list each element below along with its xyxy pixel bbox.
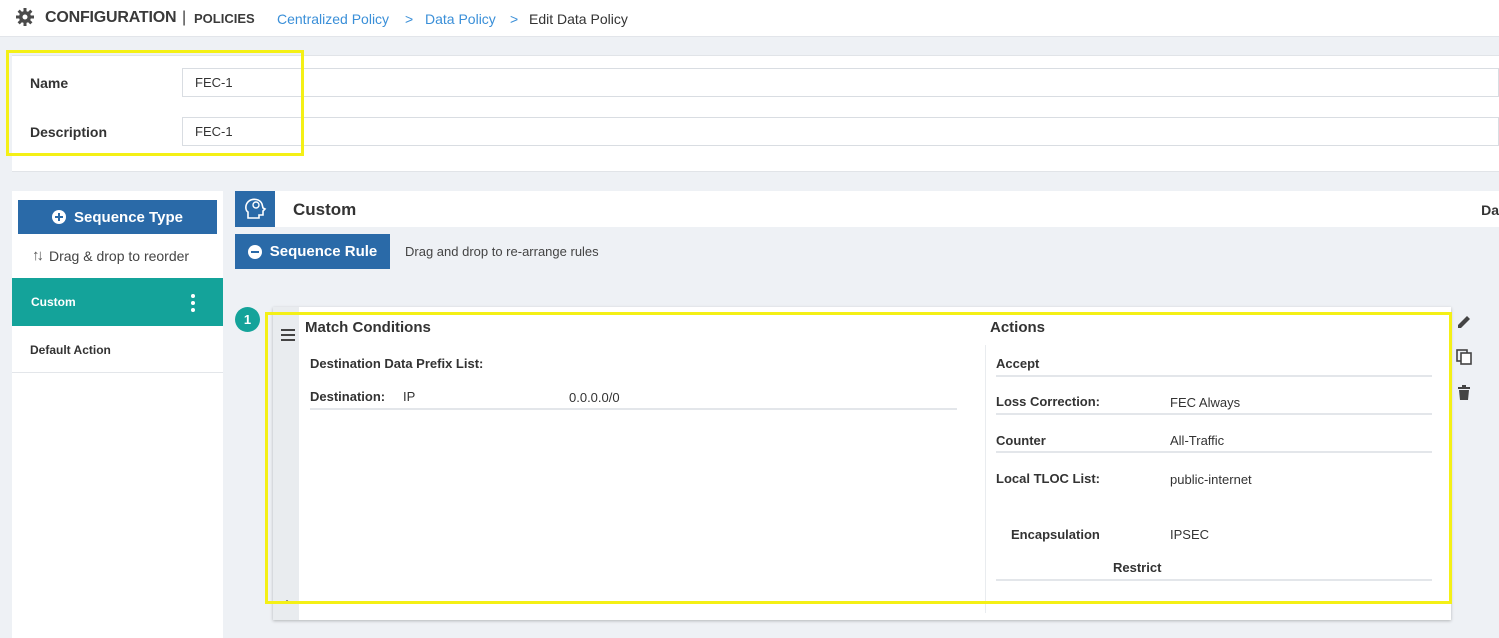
- breadcrumb-data-policy[interactable]: Data Policy: [425, 11, 496, 27]
- top-bar: CONFIGURATION | POLICIES Centralized Pol…: [0, 0, 1499, 37]
- description-input[interactable]: [182, 117, 1499, 146]
- sidebar-item-label: Default Action: [30, 343, 111, 357]
- breadcrumb-centralized-policy[interactable]: Centralized Policy: [277, 11, 389, 27]
- policy-icon: [235, 191, 275, 227]
- plus-circle-icon: [52, 210, 67, 224]
- section-right-label: Da: [1481, 202, 1499, 218]
- trash-icon[interactable]: [1455, 384, 1473, 402]
- sequence-sidebar: Sequence Type ↑↓ Drag & drop to reorder …: [12, 191, 223, 638]
- sidebar-item-default-action[interactable]: Default Action: [12, 328, 223, 373]
- reorder-hint: ↑↓ Drag & drop to reorder: [32, 247, 189, 264]
- copy-icon[interactable]: [1455, 348, 1473, 366]
- title-separator: |: [182, 9, 187, 26]
- minus-circle-icon: [247, 244, 262, 259]
- reorder-label: Drag & drop to reorder: [49, 247, 190, 264]
- app-title: CONFIGURATION: [45, 9, 177, 26]
- sequence-rule-label: Sequence Rule: [269, 243, 378, 260]
- gear-icon: [16, 8, 34, 26]
- section-title: Custom: [293, 200, 357, 219]
- breadcrumb-separator: >: [510, 11, 519, 27]
- highlight-box: [6, 50, 304, 156]
- sidebar-item-custom[interactable]: Custom: [12, 278, 223, 326]
- drag-hint: Drag and drop to re-arrange rules: [405, 244, 599, 259]
- rule-number-badge: 1: [235, 307, 260, 332]
- name-input[interactable]: [182, 68, 1499, 97]
- breadcrumb-separator: >: [405, 11, 414, 27]
- highlight-box: [265, 312, 1452, 604]
- kebab-icon[interactable]: [191, 294, 195, 312]
- sequence-rule-button[interactable]: Sequence Rule: [235, 234, 390, 269]
- sequence-type-label: Sequence Type: [74, 208, 183, 226]
- edit-icon[interactable]: [1455, 313, 1473, 331]
- reorder-icon: ↑↓: [32, 247, 44, 264]
- breadcrumb-edit-data-policy: Edit Data Policy: [529, 11, 628, 27]
- sidebar-item-label: Custom: [31, 295, 76, 309]
- app-subtitle: POLICIES: [194, 11, 255, 26]
- section-header: Custom Da: [235, 191, 1499, 227]
- sequence-type-button[interactable]: Sequence Type: [18, 200, 217, 234]
